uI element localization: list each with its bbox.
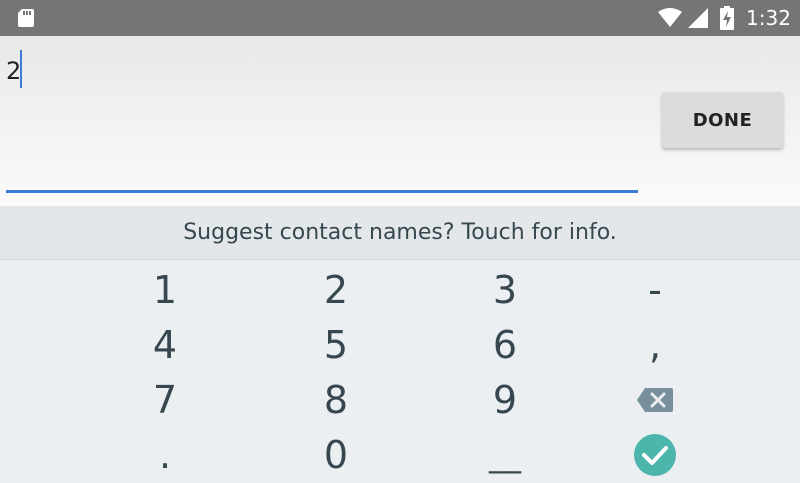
status-time: 1:32: [746, 6, 791, 30]
battery-charging-icon: [720, 6, 734, 30]
key-9[interactable]: 9: [435, 372, 575, 428]
cell-signal-icon: [688, 8, 708, 28]
wifi-icon: [658, 8, 682, 27]
numeric-keypad: 1 2 3 - 4 5 6 , 7 8 9 . 0 __: [0, 260, 800, 480]
key-dash[interactable]: -: [585, 262, 725, 318]
key-space[interactable]: __: [435, 427, 575, 483]
sd-card-icon: [18, 9, 34, 27]
key-comma[interactable]: ,: [585, 317, 725, 373]
edit-area: 2 DONE: [0, 36, 800, 206]
key-3[interactable]: 3: [435, 262, 575, 318]
input-underline: [6, 190, 638, 193]
key-8[interactable]: 8: [266, 372, 406, 428]
backspace-icon: [637, 388, 673, 412]
key-1[interactable]: 1: [95, 262, 235, 318]
key-period[interactable]: .: [95, 427, 235, 483]
suggestion-bar[interactable]: Suggest contact names? Touch for info.: [0, 206, 800, 260]
status-bar: 1:32: [0, 0, 800, 36]
key-2[interactable]: 2: [266, 262, 406, 318]
key-6[interactable]: 6: [435, 317, 575, 373]
key-4[interactable]: 4: [95, 317, 235, 373]
key-7[interactable]: 7: [95, 372, 235, 428]
backspace-key[interactable]: [585, 372, 725, 428]
key-0[interactable]: 0: [266, 427, 406, 483]
key-5[interactable]: 5: [266, 317, 406, 373]
done-button[interactable]: DONE: [662, 92, 783, 148]
check-circle-icon: [634, 434, 676, 476]
number-input[interactable]: 2: [6, 56, 21, 86]
text-cursor: [20, 50, 22, 88]
enter-key[interactable]: [585, 427, 725, 483]
